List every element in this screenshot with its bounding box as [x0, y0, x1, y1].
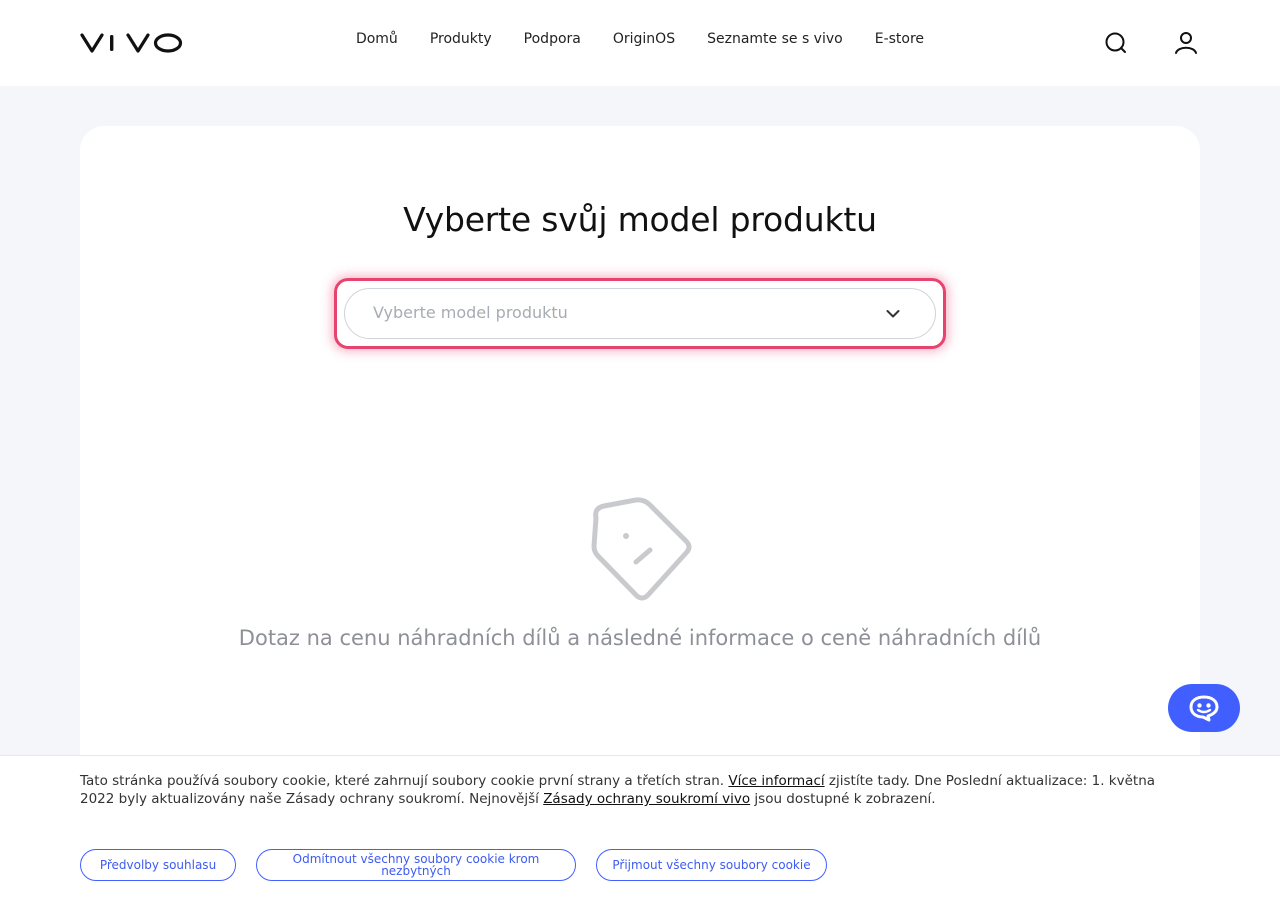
model-select-highlight: Vyberte model produktu: [334, 278, 946, 349]
cookie-more-info-link[interactable]: Více informací: [728, 773, 824, 789]
nav-item-home[interactable]: Domů: [356, 31, 398, 47]
nav-item-support[interactable]: Podpora: [524, 31, 581, 47]
cookie-banner: Tato stránka používá soubory cookie, kte…: [0, 755, 1280, 900]
price-tag-icon: [591, 497, 692, 601]
nav-item-products[interactable]: Produkty: [430, 31, 492, 47]
main-nav: Domů Produkty Podpora OriginOS Seznamte …: [0, 0, 1280, 86]
model-select[interactable]: Vyberte model produktu: [344, 288, 936, 339]
privacy-policy-link[interactable]: Zásady ochrany soukromí vivo: [543, 791, 750, 807]
model-select-placeholder: Vyberte model produktu: [373, 303, 568, 322]
cookie-text: Tato stránka používá soubory cookie, kte…: [80, 773, 1156, 807]
search-icon[interactable]: [1103, 30, 1129, 56]
user-icon[interactable]: [1173, 30, 1199, 56]
accept-cookies-button[interactable]: Přijmout všechny soubory cookie: [596, 849, 827, 881]
chevron-down-icon: [886, 310, 900, 318]
chat-bot-icon: [1189, 695, 1219, 722]
consent-preferences-button[interactable]: Předvolby souhlasu: [80, 849, 236, 881]
page-title: Vyberte svůj model produktu: [403, 200, 877, 239]
empty-state-text: Dotaz na cenu náhradních dílů a následné…: [238, 626, 1042, 650]
nav-item-about[interactable]: Seznamte se s vivo: [707, 31, 843, 47]
nav-item-originos[interactable]: OriginOS: [613, 31, 675, 47]
chat-button[interactable]: [1168, 684, 1240, 732]
reject-cookies-button[interactable]: Odmítnout všechny soubory cookie krom ne…: [256, 849, 576, 881]
nav-item-estore[interactable]: E-store: [875, 31, 924, 47]
site-header: Domů Produkty Podpora OriginOS Seznamte …: [0, 0, 1280, 86]
